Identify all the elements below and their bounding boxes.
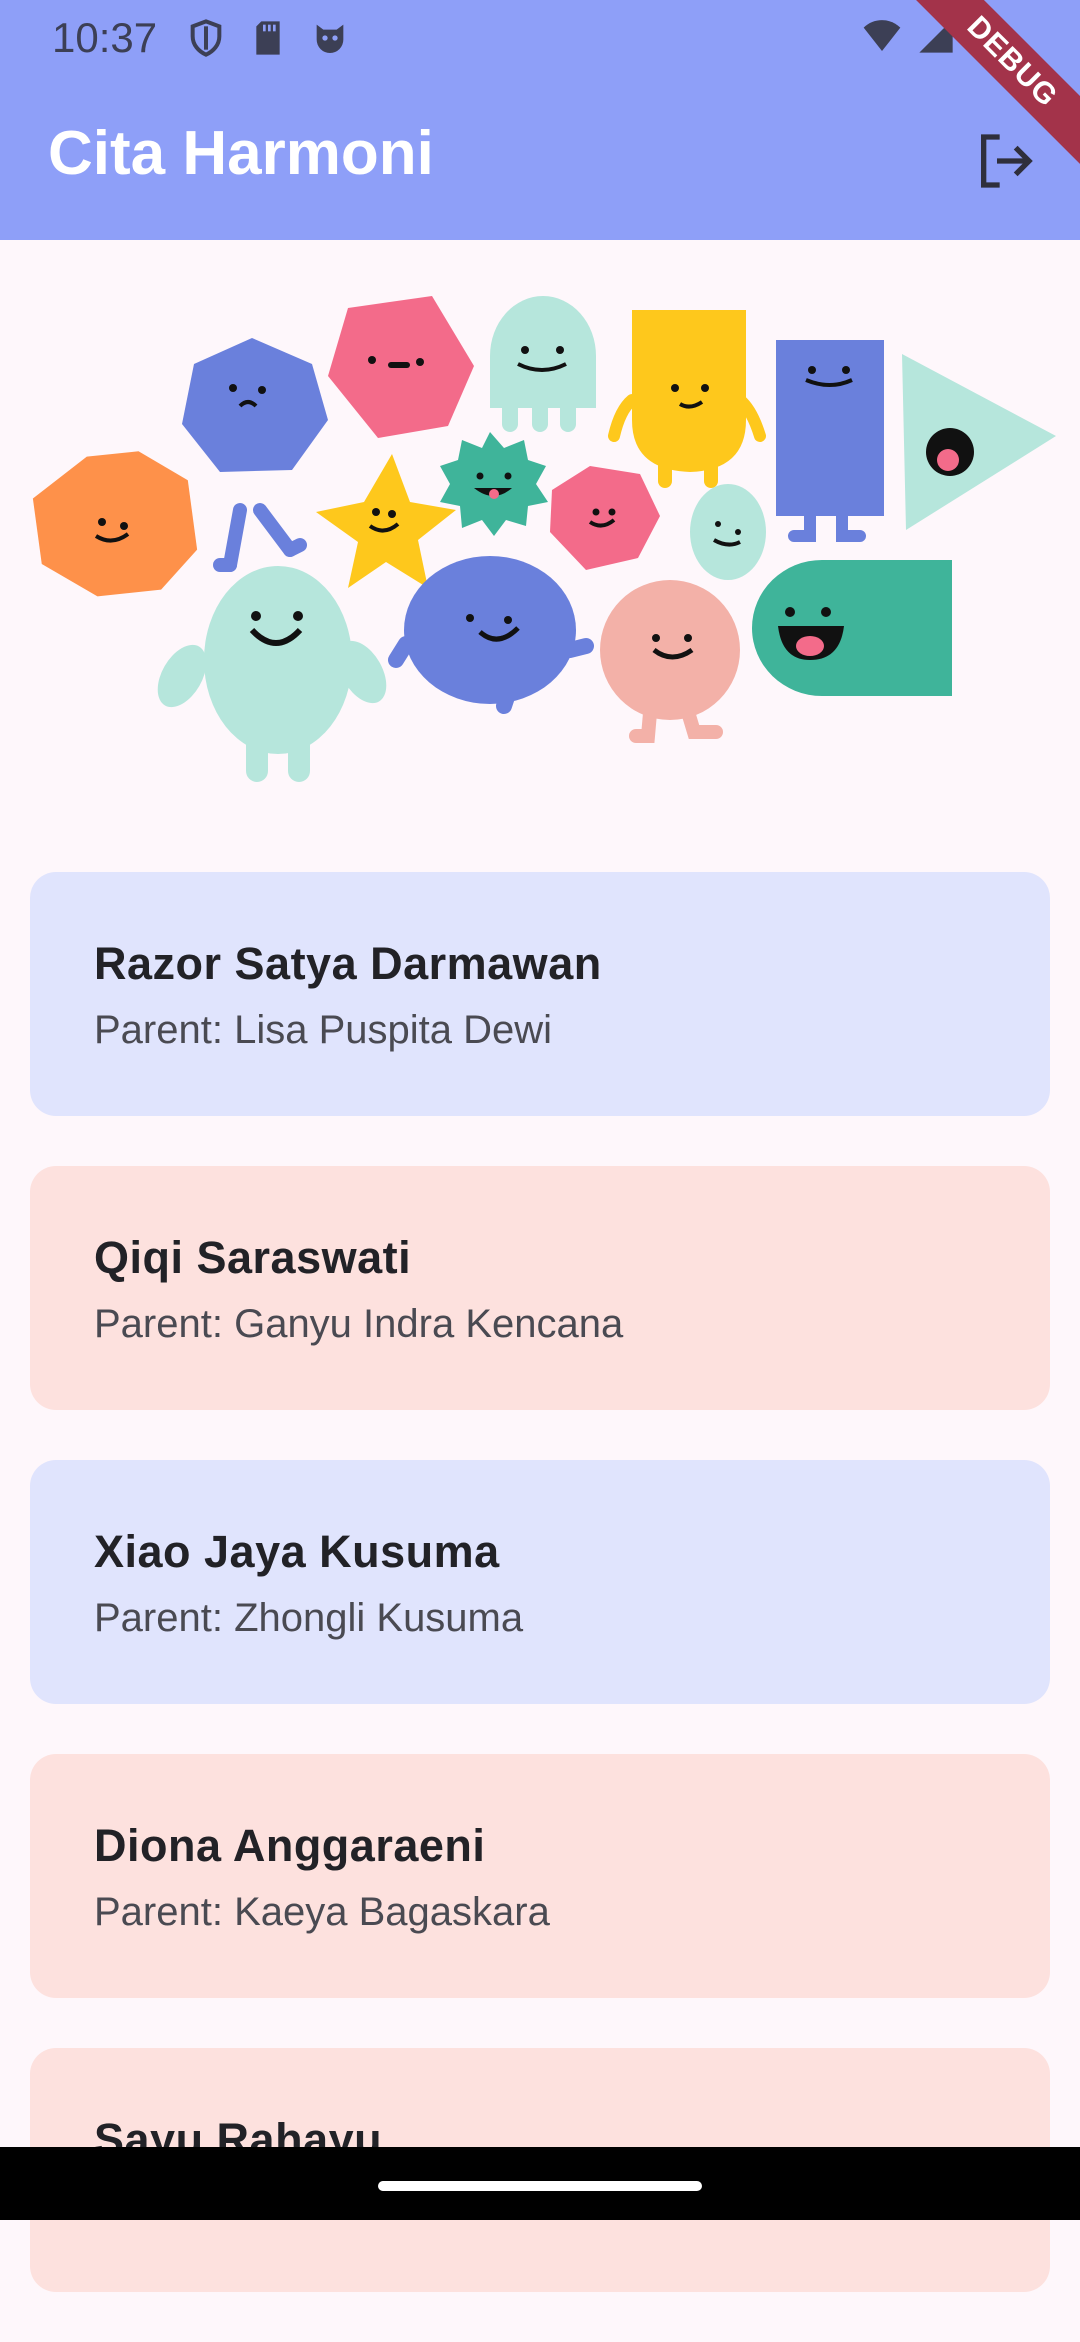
- parent-name: Parent: Kaeya Bagaskara: [94, 1890, 550, 1934]
- blue-heptagon-character: [182, 338, 328, 572]
- mint-ghost-character: [490, 296, 596, 432]
- student-card[interactable]: Xiao Jaya Kusuma Parent: Zhongli Kusuma: [30, 1460, 1050, 1704]
- wifi-icon: [863, 20, 901, 51]
- mint-triangle-character: [902, 354, 1056, 530]
- yellow-block-character: [608, 310, 766, 488]
- home-gesture-handle[interactable]: [378, 2181, 702, 2191]
- app-bar: 10:37 Cita Harmoni DEBUG: [0, 0, 1080, 240]
- system-nav-bar: [0, 2147, 1080, 2220]
- peach-circle-character: [600, 580, 740, 743]
- student-name: Razor Satya Darmawan: [94, 938, 602, 989]
- shield-icon: [190, 19, 222, 57]
- student-name: Xiao Jaya Kusuma: [94, 1526, 500, 1577]
- mint-blob-character: [157, 566, 387, 782]
- characters-illustration: [32, 296, 1056, 782]
- status-icons-left: [186, 18, 350, 58]
- parent-name: Parent: Zhongli Kusuma: [94, 1596, 524, 1640]
- logout-button[interactable]: [962, 118, 1048, 204]
- student-card[interactable]: Razor Satya Darmawan Parent: Lisa Puspit…: [30, 872, 1050, 1116]
- green-bus-character: [752, 560, 952, 696]
- blue-tall-block-character: [776, 340, 884, 542]
- student-name: Diona Anggaraeni: [94, 1820, 486, 1871]
- status-time: 10:37: [52, 14, 158, 61]
- student-list: Razor Satya Darmawan Parent: Lisa Puspit…: [30, 872, 1050, 2342]
- pink-small-character: [550, 466, 660, 570]
- yellow-star-character: [316, 454, 456, 588]
- pink-hexagon-character: [328, 296, 474, 438]
- sd-card-icon: [256, 21, 280, 55]
- student-card[interactable]: Qiqi Saraswati Parent: Ganyu Indra Kenca…: [30, 1166, 1050, 1410]
- parent-name: Parent: Lisa Puspita Dewi: [94, 1008, 553, 1052]
- student-name: Qiqi Saraswati: [94, 1232, 412, 1283]
- orange-octagon-character: [32, 451, 198, 597]
- mint-oval-character: [690, 484, 766, 580]
- student-card[interactable]: Diona Anggaraeni Parent: Kaeya Bagaskara: [30, 1754, 1050, 1998]
- logout-icon: [981, 134, 1033, 188]
- app-title: Cita Harmoni: [48, 119, 434, 188]
- green-spiky-character: [440, 432, 548, 536]
- parent-name: Parent: Ganyu Indra Kencana: [94, 1302, 624, 1346]
- cat-face-icon: [316, 24, 344, 53]
